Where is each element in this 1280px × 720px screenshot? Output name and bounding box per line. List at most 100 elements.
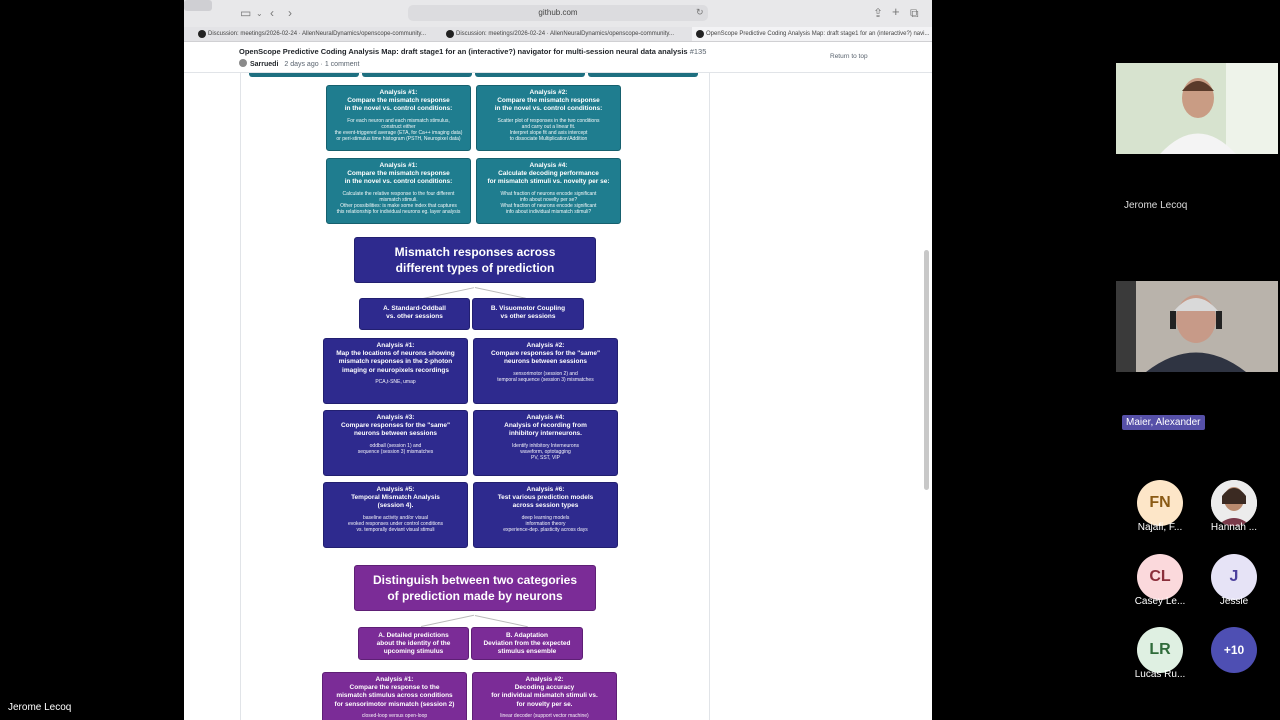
- box-body: oddball (session 1) and sequence (sessio…: [357, 442, 434, 455]
- tab-1[interactable]: Discussion: meetings/2026-02-24 · AllenN…: [194, 27, 440, 41]
- avatar-initials: FN: [1149, 494, 1171, 511]
- participant-name-maier: Maier, Alexander: [1122, 415, 1205, 430]
- discussion-meta: Sarruedi 2 days ago · 1 comment: [239, 59, 359, 68]
- github-icon: [446, 30, 454, 38]
- flow-box-teal-3: Analysis #1: Compare the mismatch respon…: [326, 158, 471, 224]
- more-count: +10: [1223, 643, 1245, 657]
- return-to-top-link[interactable]: Return to top: [830, 53, 868, 60]
- video-tile-jerome[interactable]: [1116, 63, 1278, 154]
- sidebar-toggle-button[interactable]: [184, 0, 212, 11]
- box-body: For each neuron and each mismatch stimul…: [334, 117, 463, 143]
- discussion-sticky-header: OpenScope Predictive Coding Analysis Map…: [184, 42, 932, 73]
- avatar-label-jessie: Jessie: [1219, 596, 1249, 607]
- flow-box-partial: [475, 73, 585, 77]
- browser-window: ▭ ⌄ ‹ › github.com ↻ ⇪ + ⧉ Discussion: m…: [184, 0, 932, 720]
- flow-box-teal-4: Analysis #4: Calculate decoding performa…: [476, 158, 621, 224]
- participant-video-icon: [1116, 281, 1278, 372]
- box-body: Calculate the relative response to the f…: [336, 190, 461, 216]
- box-body: linear decoder (support vector machine): [500, 712, 589, 719]
- comment-count[interactable]: 1 comment: [325, 61, 360, 68]
- box-title: Analysis #1: Compare the response to the…: [334, 676, 455, 708]
- box-body: Scatter plot of responses in the two con…: [497, 117, 600, 143]
- box-body: What fraction of neurons encode signific…: [500, 190, 597, 216]
- flow-box-indigo-6: Analysis #6: Test various prediction mod…: [473, 482, 618, 548]
- connector-line: [474, 615, 528, 628]
- box-title: Analysis #5: Temporal Mismatch Analysis …: [351, 486, 440, 510]
- share-icon[interactable]: ⇪: [873, 6, 883, 20]
- page-scrollbar[interactable]: [924, 250, 929, 490]
- box-title: Analysis #1: Map the locations of neuron…: [336, 342, 455, 374]
- tab-3-label: OpenScope Predictive Coding Analysis Map…: [706, 31, 930, 37]
- box-title: A. Detailed predictions about the identi…: [376, 632, 451, 656]
- participant-video-icon: [1116, 63, 1278, 154]
- box-title: Analysis #2: Compare responses for the "…: [490, 342, 601, 366]
- avatar-initials: CL: [1149, 568, 1171, 585]
- tab-3-active[interactable]: OpenScope Predictive Coding Analysis Map…: [692, 27, 932, 41]
- box-body: baseline activity and/or visual evoked r…: [347, 514, 444, 534]
- distinguish-sub-a: A. Detailed predictions about the identi…: [358, 627, 469, 660]
- box-body: sensorimotor (session 2) and temporal se…: [497, 370, 594, 383]
- author-link[interactable]: Sarruedi: [250, 61, 278, 68]
- avatar-initials: LR: [1149, 641, 1171, 658]
- participant-name-jerome: Jerome Lecoq: [1124, 200, 1188, 211]
- sidebar-icon[interactable]: ▭: [240, 6, 251, 20]
- box-title: Analysis #4: Calculate decoding performa…: [487, 162, 610, 186]
- back-icon[interactable]: ‹: [270, 6, 274, 20]
- browser-toolbar: ▭ ⌄ ‹ › github.com ↻ ⇪ + ⧉: [184, 0, 932, 28]
- flow-box-purple-1: Analysis #1: Compare the response to the…: [322, 672, 467, 720]
- avatar-lucas[interactable]: LR: [1137, 627, 1183, 673]
- discussion-title-text: OpenScope Predictive Coding Analysis Map…: [239, 47, 688, 56]
- more-participants-button[interactable]: +10: [1211, 627, 1257, 673]
- avatar-label-lucas: Lucas Ru...: [1134, 669, 1186, 680]
- github-icon: [696, 30, 704, 38]
- flow-box-teal-1: Analysis #1: Compare the mismatch respon…: [326, 85, 471, 151]
- mismatch-sub-a: A. Standard-Oddball vs. other sessions: [359, 298, 470, 330]
- avatar-initials: J: [1229, 568, 1239, 585]
- address-bar[interactable]: github.com: [408, 5, 708, 21]
- box-title: B. Visuomotor Coupling vs other sessions: [490, 305, 566, 321]
- discussion-number: #135: [689, 47, 707, 56]
- tab-bar: Discussion: meetings/2026-02-24 · AllenN…: [184, 27, 932, 42]
- new-tab-icon[interactable]: +: [892, 4, 900, 19]
- avatar-casey[interactable]: CL: [1137, 554, 1183, 600]
- box-body: Identify inhibitory Interneurons wavefor…: [512, 442, 579, 462]
- flow-box-indigo-2: Analysis #2: Compare responses for the "…: [473, 338, 618, 404]
- box-title: Analysis #2: Compare the mismatch respon…: [494, 89, 603, 113]
- box-body: PCA,t-SNE, umap: [375, 378, 416, 385]
- avatar-photo-icon: [1211, 480, 1257, 526]
- discussion-content: Analysis #1: Compare the mismatch respon…: [240, 73, 710, 720]
- author-avatar[interactable]: [239, 59, 247, 67]
- mismatch-sub-b: B. Visuomotor Coupling vs other sessions: [472, 298, 584, 330]
- flow-box-teal-2: Analysis #2: Compare the mismatch respon…: [476, 85, 621, 151]
- avatar-najafi[interactable]: FN: [1137, 480, 1183, 526]
- url-text: github.com: [538, 8, 578, 17]
- video-tile-maier[interactable]: [1116, 281, 1278, 372]
- chevron-down-icon[interactable]: ⌄: [256, 9, 263, 18]
- box-title: A. Standard-Oddball vs. other sessions: [383, 305, 446, 321]
- avatar-label-hannah: Hannah ...: [1210, 522, 1258, 533]
- forward-icon[interactable]: ›: [288, 6, 292, 20]
- avatar-jessie[interactable]: J: [1211, 554, 1257, 600]
- tab-2-label: Discussion: meetings/2026-02-24 · AllenN…: [456, 31, 674, 37]
- box-body: deep learning models information theory …: [503, 514, 588, 534]
- avatar-label-najafi: Najafi, F...: [1137, 522, 1183, 533]
- distinguish-section-title: Distinguish between two categories of pr…: [354, 565, 596, 611]
- flow-box-partial: [249, 73, 359, 77]
- box-title: B. Adaptation Deviation from the expecte…: [483, 632, 571, 656]
- box-title: Analysis #1: Compare the mismatch respon…: [344, 89, 453, 113]
- flow-box-purple-2: Analysis #2: Decoding accuracy for indiv…: [472, 672, 617, 720]
- discussion-title: OpenScope Predictive Coding Analysis Map…: [239, 47, 706, 56]
- tab-2[interactable]: Discussion: meetings/2026-02-24 · AllenN…: [442, 27, 688, 41]
- github-icon: [198, 30, 206, 38]
- box-title: Analysis #6: Test various prediction mod…: [497, 486, 594, 510]
- box-title: Analysis #3: Compare responses for the "…: [340, 414, 451, 438]
- box-body: closed-loop versus open-loop: [361, 712, 428, 719]
- box-title: Analysis #1: Compare the mismatch respon…: [344, 162, 453, 186]
- connector-line: [421, 614, 475, 627]
- tab-overview-icon[interactable]: ⧉: [910, 6, 919, 21]
- avatar-hannah[interactable]: [1211, 480, 1257, 526]
- self-view-name: Jerome Lecoq: [8, 702, 72, 713]
- flow-box-partial: [588, 73, 698, 77]
- reload-icon[interactable]: ↻: [696, 7, 704, 18]
- post-time: 2 days ago: [284, 61, 319, 68]
